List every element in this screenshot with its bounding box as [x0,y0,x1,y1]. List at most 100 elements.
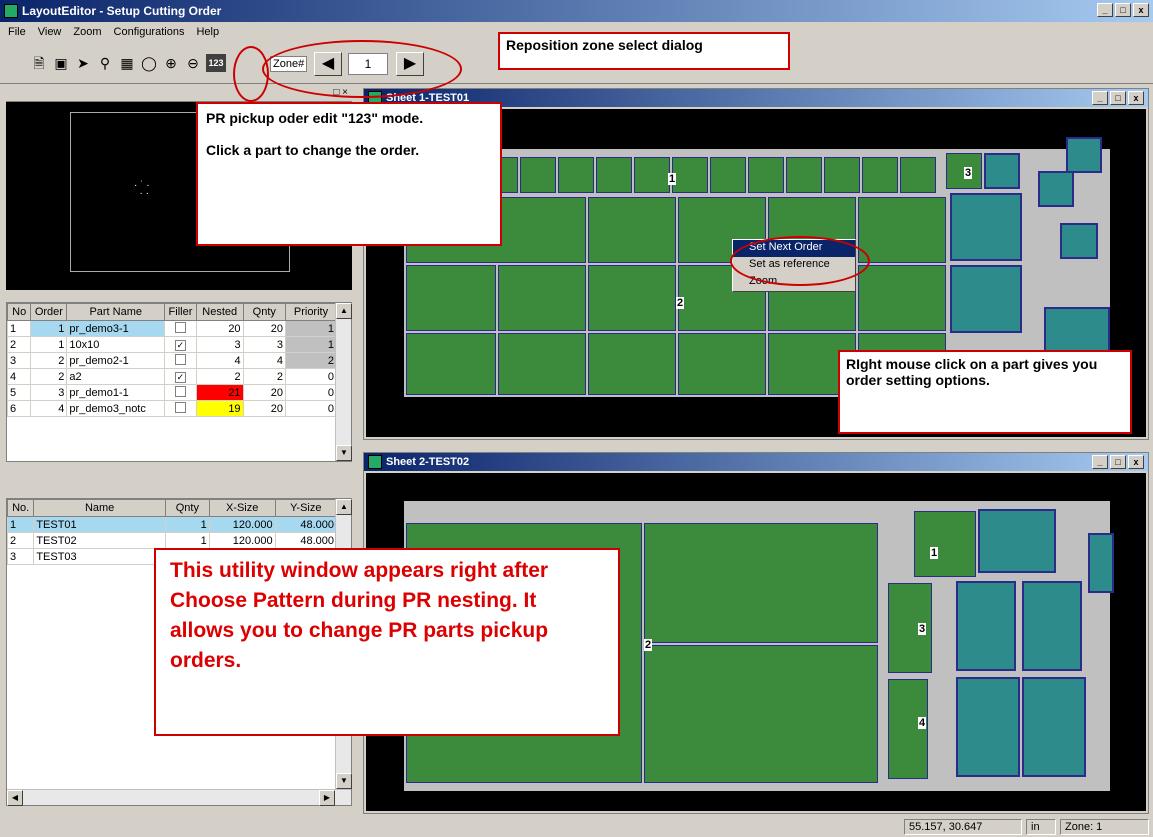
table-row[interactable]: 2 TEST02 1 120.000 48.000 [6,532,338,549]
close-button[interactable]: x [1128,455,1144,469]
table-row[interactable]: 2 1 10x10 ✓ 3 3 1 [6,336,337,353]
minimize-button[interactable]: _ [1097,3,1113,17]
scroll-left-icon[interactable]: ◀ [7,790,23,806]
menu-configurations[interactable]: Configurations [114,26,185,38]
col-nested[interactable]: Nested [195,303,244,321]
part[interactable] [1038,171,1074,207]
zoom-out-icon[interactable]: ⊖ [184,54,202,72]
col-part-name[interactable]: Part Name [66,303,166,321]
menu-help[interactable]: Help [196,26,219,38]
cell-order[interactable]: 2 [30,352,68,369]
table-row[interactable]: 4 2 a2 ✓ 2 2 0 [6,368,337,385]
col-no[interactable]: No. [6,499,35,517]
minimize-button[interactable]: _ [1092,455,1108,469]
new-icon[interactable]: 🗎 [30,54,48,72]
part[interactable] [634,157,670,193]
part[interactable] [588,333,676,395]
part[interactable] [1060,223,1098,259]
filler-checkbox[interactable] [174,321,186,333]
part[interactable] [956,581,1016,671]
col-filler[interactable]: Filler [164,303,197,321]
part[interactable] [984,153,1020,189]
scroll-right-icon[interactable]: ▶ [319,790,335,806]
close-button[interactable]: x [1133,3,1149,17]
part[interactable] [678,333,766,395]
filler-checkbox[interactable] [174,385,186,397]
zoom-icon[interactable]: ⚲ [96,54,114,72]
part[interactable] [520,157,556,193]
table-row[interactable]: 1 1 pr_demo3-1 20 20 1 [6,320,337,337]
col-priority[interactable]: Priority [285,303,337,321]
zoom-fit-icon[interactable]: ▦ [118,54,136,72]
cell-order[interactable]: 4 [30,400,68,417]
filler-checkbox[interactable] [174,353,186,365]
part[interactable] [888,679,928,779]
maximize-button[interactable]: □ [1115,3,1131,17]
menu-file[interactable]: File [8,26,26,38]
part[interactable] [644,523,878,643]
cell-priority[interactable]: 2 [285,352,337,369]
filler-checkbox[interactable]: ✓ [174,371,186,383]
table-row[interactable]: 6 4 pr_demo3_notc 19 20 0 [6,400,337,417]
col-order[interactable]: Order [30,303,68,321]
part[interactable] [914,511,976,577]
cell-order[interactable]: 1 [30,336,68,353]
col-qnty[interactable]: Qnty [242,303,287,321]
order-edit-button[interactable]: 123 [206,54,226,72]
table-row[interactable]: 5 3 pr_demo1-1 21 20 0 [6,384,337,401]
part[interactable] [644,645,878,783]
cell-priority[interactable]: 0 [285,384,337,401]
pointer-icon[interactable]: ➤ [74,54,92,72]
cell-order[interactable]: 1 [30,320,68,337]
part[interactable] [558,157,594,193]
cell-order[interactable]: 2 [30,368,68,385]
part[interactable] [824,157,860,193]
part[interactable] [1088,533,1114,593]
part[interactable] [900,157,936,193]
part[interactable] [950,193,1022,261]
part[interactable] [956,677,1020,777]
sheets-hscrollbar[interactable]: ◀ ▶ [7,789,351,806]
part[interactable] [858,265,946,331]
part[interactable] [596,157,632,193]
filler-checkbox[interactable]: ✓ [174,339,186,351]
col-x-size[interactable]: X-Size [208,499,276,517]
cell-priority[interactable]: 0 [285,400,337,417]
part[interactable] [588,197,676,263]
close-button[interactable]: x [1128,91,1144,105]
part[interactable] [950,265,1022,333]
part[interactable] [786,157,822,193]
parts-scrollbar[interactable]: ▲ ▼ [335,303,352,461]
part[interactable] [858,197,946,263]
col-y-size[interactable]: Y-Size [274,499,338,517]
cell-priority[interactable]: 1 [285,336,337,353]
part[interactable] [588,265,676,331]
cell-order[interactable]: 3 [30,384,68,401]
filler-checkbox[interactable] [174,401,186,413]
scroll-down-icon[interactable]: ▼ [336,445,352,461]
menu-zoom[interactable]: Zoom [73,26,101,38]
part[interactable] [498,333,586,395]
part[interactable] [406,265,496,331]
maximize-button[interactable]: □ [1110,455,1126,469]
table-row[interactable]: 1 TEST01 1 120.000 48.000 [6,516,338,533]
menu-view[interactable]: View [38,26,62,38]
table-row[interactable]: 3 2 pr_demo2-1 4 4 2 [6,352,337,369]
zoom-in-icon[interactable]: ⊕ [162,54,180,72]
part[interactable] [498,265,586,331]
scroll-up-icon[interactable]: ▲ [336,499,352,515]
col-no[interactable]: No [6,303,32,321]
part[interactable] [978,509,1056,573]
part[interactable] [1022,677,1086,777]
part[interactable] [710,157,746,193]
col-qnty[interactable]: Qnty [164,499,210,517]
part[interactable] [672,157,708,193]
part[interactable] [748,157,784,193]
maximize-button[interactable]: □ [1110,91,1126,105]
scroll-up-icon[interactable]: ▲ [336,303,352,319]
cell-priority[interactable]: 1 [285,320,337,337]
save-icon[interactable]: ▣ [52,54,70,72]
scroll-down-icon[interactable]: ▼ [336,773,352,789]
part[interactable] [1066,137,1102,173]
col-name[interactable]: Name [33,499,166,517]
